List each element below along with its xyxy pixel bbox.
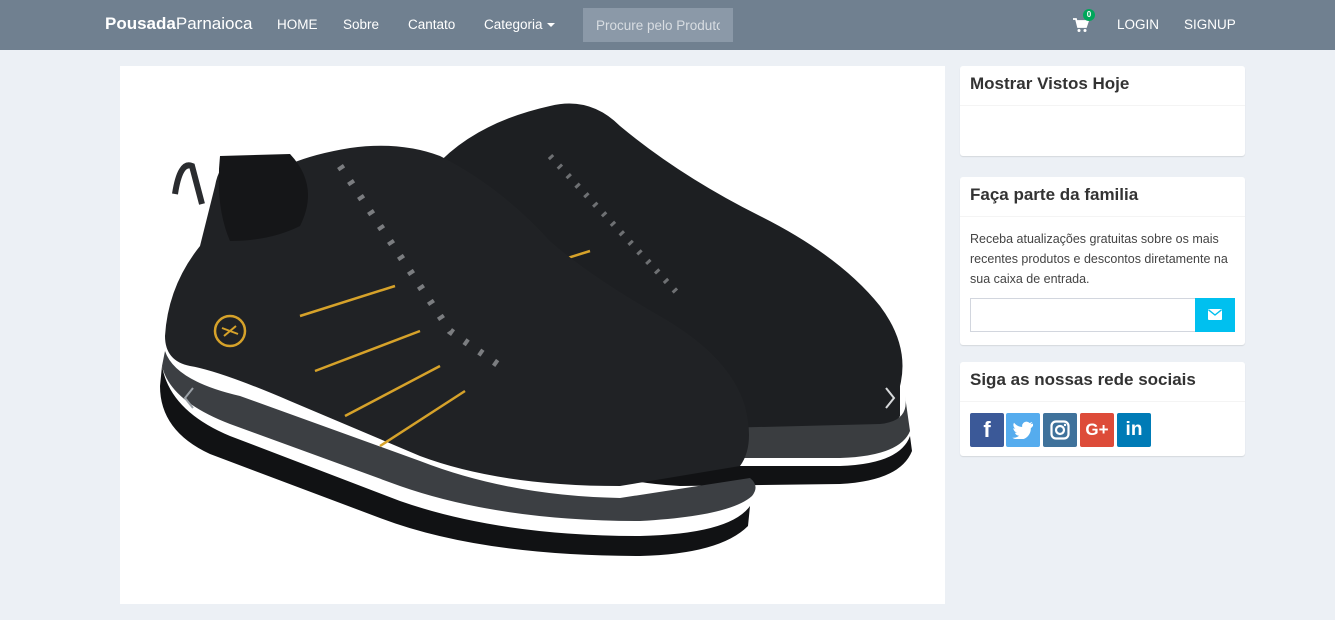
viewed-today-title: Mostrar Vistos Hoje — [960, 66, 1245, 106]
linkedin-glyph: in — [1125, 419, 1143, 440]
linkedin-icon[interactable]: in — [1117, 413, 1151, 447]
envelope-icon — [1208, 308, 1222, 320]
facebook-glyph: f — [983, 417, 991, 442]
instagram-icon[interactable] — [1043, 413, 1077, 447]
twitter-bird-icon — [1012, 421, 1033, 439]
nav-sobre[interactable]: Sobre — [343, 17, 379, 32]
caret-down-icon — [546, 23, 555, 28]
carousel-next-icon[interactable] — [883, 386, 897, 410]
newsletter-email-input[interactable] — [970, 298, 1195, 332]
facebook-icon[interactable]: f — [970, 413, 1004, 447]
nav-categoria-dropdown[interactable]: Categoria — [484, 17, 555, 32]
newsletter-subscribe-button[interactable] — [1195, 298, 1235, 332]
newsletter-description: Receba atualizações gratuitas sobre os m… — [970, 232, 1228, 286]
brand-logo[interactable]: PousadaParnaioca — [105, 14, 252, 34]
viewed-today-box: Mostrar Vistos Hoje — [960, 66, 1245, 156]
signup-link[interactable]: SIGNUP — [1184, 17, 1236, 32]
product-carousel — [120, 66, 945, 604]
top-navbar: PousadaParnaioca HOME Sobre Cantato Cate… — [0, 0, 1335, 50]
brand-light: Parnaioca — [175, 14, 253, 33]
twitter-icon[interactable] — [1006, 413, 1040, 447]
carousel-prev-icon[interactable] — [182, 386, 196, 410]
social-title: Siga as nossas rede sociais — [960, 362, 1245, 402]
google-plus-icon[interactable]: G+ — [1080, 413, 1114, 447]
newsletter-box: Faça parte da familia Receba atualizaçõe… — [960, 177, 1245, 345]
search-input[interactable] — [583, 8, 733, 42]
instagram-camera-icon — [1050, 420, 1070, 440]
nav-home[interactable]: HOME — [277, 17, 318, 32]
cart-count-badge: 0 — [1083, 9, 1095, 21]
newsletter-title: Faça parte da familia — [960, 177, 1245, 217]
nav-categoria-label: Categoria — [484, 17, 543, 32]
social-box: Siga as nossas rede sociais f G+ in — [960, 362, 1245, 456]
product-image[interactable] — [120, 66, 945, 604]
brand-bold: Pousada — [105, 14, 176, 33]
google-plus-glyph: G+ — [1085, 420, 1109, 439]
nav-cantato[interactable]: Cantato — [408, 17, 455, 32]
login-link[interactable]: LOGIN — [1117, 17, 1159, 32]
